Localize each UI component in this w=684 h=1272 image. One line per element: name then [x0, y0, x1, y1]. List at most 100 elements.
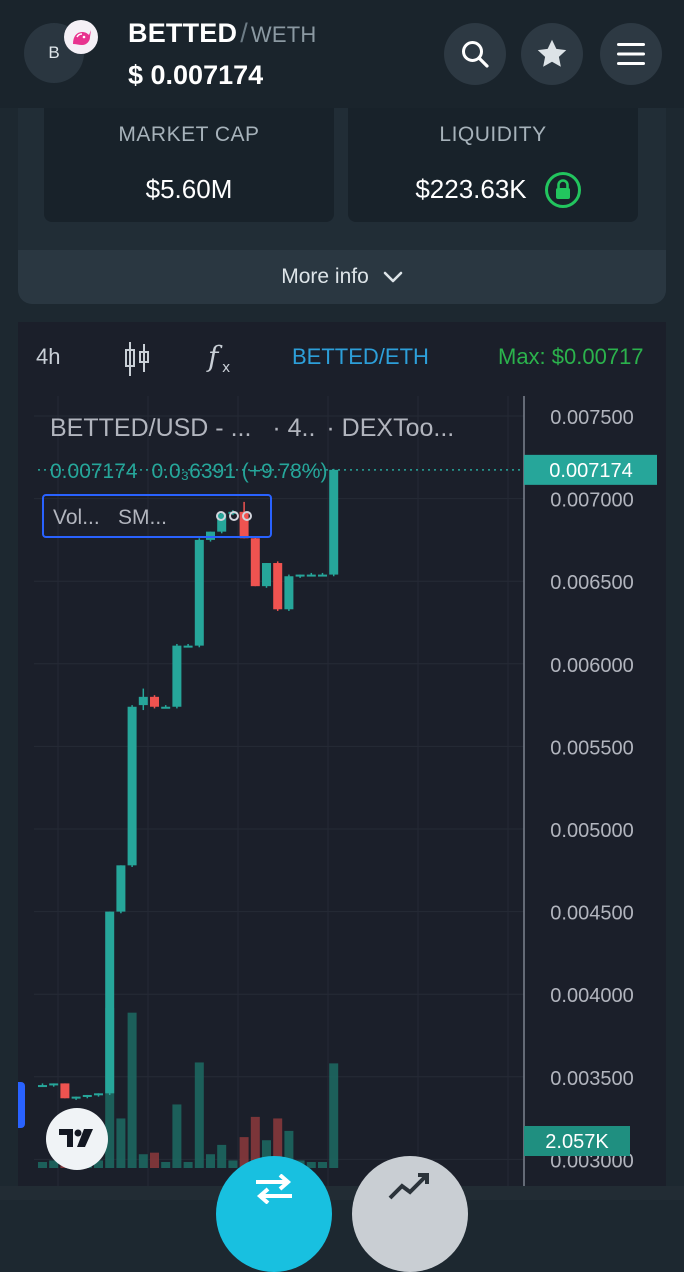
legend-symbol: BETTED/USD - ...	[50, 414, 252, 442]
candle-body	[49, 1083, 59, 1086]
candle-body	[172, 645, 182, 707]
candle-body	[116, 865, 126, 912]
market-cap-label: MARKET CAP	[118, 123, 260, 146]
y-tick-label: 0.004000	[550, 985, 633, 1007]
y-tick-label: 0.004500	[550, 903, 633, 925]
price-chart[interactable]: 0.007500 0.007000 0.006500 0.006000 0.005500…	[18, 396, 666, 1200]
candle-body	[284, 576, 294, 610]
candle-body	[127, 706, 137, 866]
volume-bar	[329, 1063, 339, 1168]
pair-separator: /	[240, 18, 248, 48]
interval-selector[interactable]: 4h	[36, 344, 60, 370]
volume-bar	[38, 1162, 47, 1168]
volume-bar	[228, 1160, 238, 1168]
candle-body	[329, 469, 339, 575]
star-icon	[537, 39, 567, 67]
liquidity-value: $223.63K	[415, 174, 527, 204]
candle-body	[94, 1093, 103, 1096]
search-icon	[462, 41, 489, 68]
tradingview-logo[interactable]	[46, 1108, 108, 1170]
svg-text:x: x	[222, 360, 230, 376]
more-info-label: More info	[281, 265, 369, 288]
lock-icon[interactable]	[544, 171, 582, 214]
y-tick-label: 0.005500	[550, 737, 633, 759]
favorite-button[interactable]	[521, 23, 583, 85]
candle-body	[295, 574, 305, 577]
candle-body	[318, 574, 327, 577]
volume-tag: 2.057K	[524, 1126, 630, 1156]
volume-bar	[127, 1012, 137, 1168]
volume-bar	[318, 1162, 327, 1168]
candle-body	[262, 563, 271, 587]
chart-panel: 4h fx BETTED/ETH Max: $0.00717 0.007500 0…	[18, 322, 666, 1200]
legend-change: 0.0₃6391 (+9.78%)	[151, 460, 328, 483]
study-sma[interactable]: SM...	[118, 506, 167, 530]
svg-text:f: f	[206, 340, 223, 373]
volume-bar	[161, 1162, 171, 1168]
y-tick-label: 0.007500	[550, 407, 633, 429]
liquidity-label: LIQUIDITY	[439, 123, 547, 146]
candle-body	[306, 574, 316, 577]
market-cap-value: $5.60M	[145, 174, 233, 204]
candle-body	[105, 911, 115, 1094]
candle-body	[60, 1083, 70, 1099]
volume-bar	[172, 1104, 182, 1168]
candle-body	[183, 645, 193, 648]
max-price-label: Max: $0.00717	[498, 344, 644, 369]
volume-bar	[138, 1154, 148, 1168]
candle-body	[194, 539, 204, 646]
more-info-button[interactable]: More info	[18, 250, 666, 304]
pair-info-panel: MARKET CAP $5.60M LIQUIDITY $223.63K Mor…	[18, 108, 666, 304]
trade-analytics-button[interactable]	[352, 1156, 468, 1272]
swap-button[interactable]	[216, 1156, 332, 1272]
studies-legend[interactable]: Vol... SM...	[42, 494, 272, 538]
candle-body	[71, 1096, 81, 1099]
chart-toolbar: 4h fx BETTED/ETH Max: $0.00717	[18, 322, 666, 396]
volume-bar	[183, 1162, 193, 1168]
trending-chart-icon	[388, 1173, 429, 1200]
study-volume[interactable]: Vol...	[53, 506, 100, 530]
base-symbol: BETTED	[128, 18, 238, 48]
search-button[interactable]	[444, 23, 506, 85]
volume-bar	[150, 1152, 159, 1168]
more-dots-icon[interactable]	[216, 510, 252, 522]
menu-button[interactable]	[600, 23, 662, 85]
unicorn-icon	[64, 20, 98, 54]
chart-legend-title: BETTED/USD - ... · 4.. · DEXToo...	[50, 414, 454, 443]
legend-values: 0.007174 0.0₃6391 (+9.78%)	[50, 460, 328, 484]
volume-tag-label: 2.057K	[545, 1131, 609, 1153]
candle-body	[250, 538, 260, 587]
y-tick-label: 0.003500	[550, 1068, 633, 1090]
candle-body	[161, 706, 171, 709]
legend-interval: · 4..	[272, 414, 316, 442]
header-bar: B BETTED / WETH $ 0.007174	[0, 0, 684, 108]
tradingview-icon	[59, 1129, 93, 1147]
price-tag-label: 0.007174	[549, 460, 632, 482]
volume-bar	[194, 1062, 204, 1168]
last-price-tag: 0.007174	[524, 454, 657, 485]
y-tick-label: 0.006500	[550, 572, 633, 594]
candle-body	[38, 1085, 47, 1088]
volume-bar	[116, 1118, 126, 1168]
token-price: $ 0.007174	[128, 60, 264, 90]
quote-symbol[interactable]: WETH	[251, 22, 317, 47]
candle-body	[82, 1094, 92, 1097]
y-tick-label: 0.006000	[550, 655, 633, 677]
menu-icon	[617, 43, 645, 65]
pair-title: BETTED / WETH	[128, 18, 316, 49]
legend-last-price: 0.007174	[50, 460, 138, 483]
legend-source: · DEXToo...	[326, 414, 455, 442]
candles-icon[interactable]	[122, 340, 152, 383]
volume-bar	[206, 1154, 215, 1168]
drawing-toolbar-handle[interactable]	[18, 1082, 25, 1128]
chevron-down-icon	[383, 271, 403, 283]
candle-body	[273, 563, 283, 610]
bottom-nav-bar	[0, 1186, 684, 1200]
indicators-icon[interactable]: fx	[206, 338, 238, 383]
chart-pair-tab[interactable]: BETTED/ETH	[292, 344, 429, 370]
volume-bar	[217, 1144, 227, 1168]
y-tick-label: 0.007000	[550, 490, 633, 512]
candle-body	[138, 696, 148, 706]
liquidity-card: LIQUIDITY $223.63K	[348, 108, 638, 222]
candle-body	[150, 696, 159, 707]
